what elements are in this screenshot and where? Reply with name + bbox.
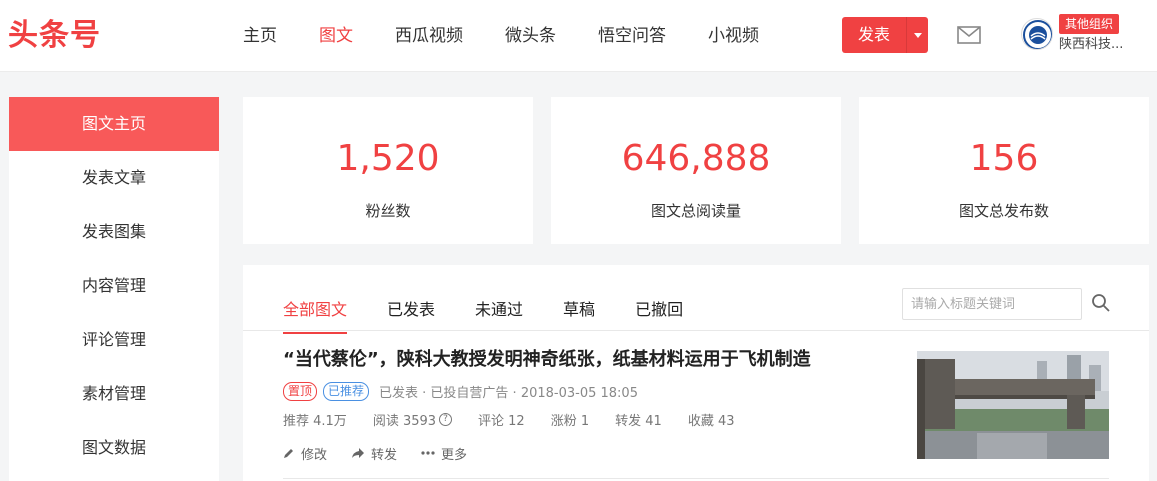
stat-reads-wrap: 阅读 3593? bbox=[372, 410, 453, 429]
article-thumbnail[interactable] bbox=[917, 351, 1109, 459]
sidebar-item-content-management[interactable]: 内容管理 bbox=[9, 259, 219, 313]
nav-item-micro-toutiao[interactable]: 微头条 bbox=[505, 22, 556, 50]
more-label: 更多 bbox=[441, 447, 468, 463]
publish-dropdown-caret-icon[interactable] bbox=[906, 17, 928, 53]
article-status-time: 已发表 · 已投自营广告 · 2018-03-05 18:05 bbox=[379, 385, 638, 401]
tab-all-articles[interactable]: 全部图文 bbox=[283, 299, 348, 334]
sidebar-item-material-management[interactable]: 素材管理 bbox=[9, 367, 219, 421]
stat-label: 粉丝数 bbox=[365, 202, 411, 220]
stat-card-total-reads: 646,888 图文总阅读量 bbox=[551, 97, 841, 244]
article-title[interactable]: “当代蔡伦”，陕科大教授发明神奇纸张，纸基材料运用于飞机制造 bbox=[283, 348, 811, 372]
stat-shares: 转发 41 bbox=[615, 413, 662, 429]
nav-item-home[interactable]: 主页 bbox=[243, 22, 277, 50]
nav-item-articles[interactable]: 图文 bbox=[319, 22, 353, 50]
org-logo-icon bbox=[1023, 20, 1052, 49]
stat-value: 646,888 bbox=[621, 138, 771, 179]
nav-item-xigua-video[interactable]: 西瓜视频 bbox=[395, 22, 463, 50]
share-label: 转发 bbox=[371, 447, 398, 463]
stat-reads: 阅读 3593 bbox=[372, 413, 437, 429]
stat-card-followers: 1,520 粉丝数 bbox=[243, 97, 533, 244]
share-button[interactable]: 转发 bbox=[351, 444, 397, 463]
divider bbox=[283, 478, 1109, 479]
help-icon[interactable]: ? bbox=[439, 412, 453, 426]
top-bar: 头条号 主页 图文 西瓜视频 微头条 悟空问答 小视频 发表 其他组织 陕西科技… bbox=[0, 0, 1157, 72]
forward-arrow-icon bbox=[352, 448, 365, 458]
mail-icon[interactable] bbox=[957, 25, 981, 45]
nav-item-short-video[interactable]: 小视频 bbox=[708, 22, 759, 50]
more-button[interactable]: 更多 bbox=[421, 444, 467, 463]
sidebar-item-publish-article[interactable]: 发表文章 bbox=[9, 151, 219, 205]
pinned-badge: 置顶 bbox=[283, 381, 318, 401]
article-stats: 推荐 4.1万 阅读 3593? 评论 12 涨粉 1 转发 41 收藏 43 bbox=[283, 410, 761, 429]
stat-label: 图文总阅读量 bbox=[650, 202, 741, 220]
tab-withdrawn[interactable]: 已撤回 bbox=[635, 299, 683, 334]
stat-label: 图文总发布数 bbox=[958, 202, 1049, 220]
sidebar-item-publish-gallery[interactable]: 发表图集 bbox=[9, 205, 219, 259]
stat-comments: 评论 12 bbox=[478, 413, 525, 429]
main-nav: 主页 图文 西瓜视频 微头条 悟空问答 小视频 bbox=[243, 22, 801, 50]
article-actions: 修改 转发 更多 bbox=[283, 443, 491, 463]
article-meta: 置顶 已推荐 已发表 · 已投自营广告 · 2018-03-05 18:05 bbox=[283, 381, 638, 401]
publish-button-group: 发表 bbox=[842, 17, 928, 53]
logo[interactable]: 头条号 bbox=[8, 16, 101, 56]
publish-button[interactable]: 发表 bbox=[842, 17, 906, 53]
more-dots-icon bbox=[421, 451, 435, 455]
search-input[interactable] bbox=[902, 288, 1082, 320]
article-list-panel: 全部图文 已发表 未通过 草稿 已撤回 “当代蔡伦”，陕科大教授发明神奇纸张，纸… bbox=[243, 265, 1149, 481]
edit-button[interactable]: 修改 bbox=[283, 444, 327, 463]
stat-value: 1,520 bbox=[336, 138, 440, 179]
status-tabs: 全部图文 已发表 未通过 草稿 已撤回 bbox=[283, 299, 723, 334]
divider bbox=[243, 330, 1149, 331]
recommended-badge: 已推荐 bbox=[323, 381, 370, 401]
stat-new-followers: 涨粉 1 bbox=[550, 413, 590, 429]
sidebar-item-article-data[interactable]: 图文数据 bbox=[9, 421, 219, 475]
avatar[interactable] bbox=[1021, 18, 1053, 50]
stat-favorites: 收藏 43 bbox=[687, 413, 735, 429]
nav-item-wukong-qa[interactable]: 悟空问答 bbox=[598, 22, 666, 50]
sidebar-item-comment-management[interactable]: 评论管理 bbox=[9, 313, 219, 367]
pencil-icon bbox=[284, 449, 293, 458]
org-type-badge: 其他组织 bbox=[1059, 14, 1120, 34]
search-icon[interactable] bbox=[1091, 293, 1111, 313]
stat-recommend: 推荐 4.1万 bbox=[283, 413, 347, 429]
stat-value: 156 bbox=[969, 138, 1039, 179]
tab-rejected[interactable]: 未通过 bbox=[475, 299, 523, 334]
tab-drafts[interactable]: 草稿 bbox=[563, 299, 595, 334]
tab-published[interactable]: 已发表 bbox=[387, 299, 435, 334]
sidebar-item-articles-home[interactable]: 图文主页 bbox=[9, 97, 219, 151]
user-name[interactable]: 陕西科技... bbox=[1059, 37, 1123, 53]
campus-gate-image bbox=[917, 351, 1109, 459]
edit-label: 修改 bbox=[301, 447, 328, 463]
stat-card-total-posts: 156 图文总发布数 bbox=[859, 97, 1149, 244]
sidebar: 图文主页 发表文章 发表图集 内容管理 评论管理 素材管理 图文数据 bbox=[9, 97, 219, 481]
